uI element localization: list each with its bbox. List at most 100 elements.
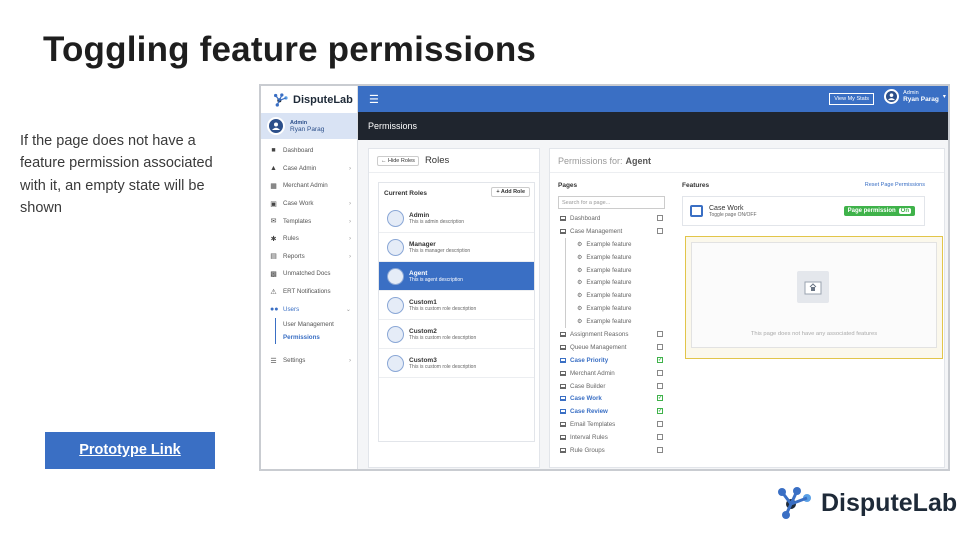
page-feature-item[interactable]: ⚙ Example feature <box>565 302 665 316</box>
prototype-link-button[interactable]: Prototype Link <box>45 432 215 469</box>
page-item[interactable]: Case Management <box>558 225 665 238</box>
page-feature-item[interactable]: ⚙ Example feature <box>565 315 665 329</box>
sidebar-item-merchant-admin[interactable]: ▦ Merchant Admin <box>261 177 357 195</box>
page-item[interactable]: Case Builder <box>558 380 665 393</box>
page-feature-item[interactable]: ⚙ Example feature <box>565 237 665 251</box>
page-item[interactable]: Queue Management <box>558 341 665 354</box>
page-checkbox[interactable] <box>657 369 663 376</box>
chevron-right-icon: › <box>348 357 351 365</box>
reports-icon: ▤ <box>270 253 277 261</box>
role-item-agent[interactable]: Agent This is agent description <box>379 262 534 291</box>
page-checkbox[interactable] <box>657 447 663 454</box>
current-roles-label: Current Roles <box>384 190 427 197</box>
sidebar-item-dashboard[interactable]: ■ Dashboard <box>261 142 357 160</box>
slide-title: Toggling feature permissions <box>43 30 537 69</box>
chevron-right-icon: › <box>348 235 351 243</box>
gear-icon: ⚙ <box>577 293 583 300</box>
sidebar-item-ert-notifications[interactable]: ⚠ ERT Notifications <box>261 283 357 301</box>
empty-state-box: This page does not have any associated f… <box>691 242 937 348</box>
add-role-button[interactable]: + Add Role <box>491 187 530 197</box>
hamburger-menu-icon[interactable]: ☰ <box>369 93 379 106</box>
permissions-role: Agent <box>625 155 652 166</box>
page-checkbox[interactable] <box>657 343 663 350</box>
users-icon: ●● <box>270 305 279 313</box>
chevron-right-icon: › <box>348 164 351 172</box>
page-item[interactable]: Case Work ✓ <box>558 392 665 405</box>
page-checkbox[interactable]: ✓ <box>657 395 663 402</box>
page-title: Permissions <box>358 112 948 140</box>
view-my-stats-button[interactable]: View My Stats <box>829 93 874 105</box>
page-item[interactable]: Dashboard <box>558 212 665 225</box>
features-section: Features Reset Page Permissions Case Work… <box>682 182 925 226</box>
unmatched-docs-icon: ▩ <box>270 270 277 278</box>
monitor-icon <box>560 215 566 221</box>
sidebar-item-users[interactable]: ●● Users ⌄ <box>261 300 357 318</box>
gear-icon: ⚙ <box>577 306 583 313</box>
role-icon <box>387 296 404 314</box>
warning-icon: ⚠ <box>270 288 277 296</box>
sidebar-item-settings[interactable]: ☰ Settings › <box>261 352 357 370</box>
sidebar-subitem-permissions[interactable]: Permissions <box>275 330 357 344</box>
page-search-input[interactable]: Search for a page... <box>558 196 665 209</box>
page-feature-item[interactable]: ⚙ Example feature <box>565 250 665 264</box>
gear-icon: ⚙ <box>577 254 583 261</box>
reset-page-permissions-link[interactable]: Reset Page Permissions <box>865 182 925 188</box>
role-item-custom1[interactable]: Custom1 This is custom role description <box>379 291 534 320</box>
sidebar-item-reports[interactable]: ▤ Reports › <box>261 248 357 266</box>
sidebar-subitem-user-management[interactable]: User Management <box>275 317 357 331</box>
page-checkbox[interactable] <box>657 434 663 441</box>
pages-list: Pages Search for a page... Dashboard Case… <box>558 182 665 469</box>
app-logo[interactable]: DisputeLab <box>261 86 357 113</box>
features-label: Features <box>682 182 710 189</box>
page-item[interactable]: Rule Groups <box>558 444 665 457</box>
page-feature-item[interactable]: ⚙ Example feature <box>565 263 665 277</box>
sidebar-item-templates[interactable]: ✉ Templates › <box>261 212 357 230</box>
roles-panel: ← Hide Roles Roles Current Roles + Add R… <box>368 148 540 468</box>
page-feature-item[interactable]: ⚙ Example feature <box>565 289 665 303</box>
top-user-menu[interactable]: Admin Ryan Parag ▾ <box>884 89 946 104</box>
sidebar-item-case-admin[interactable]: ▲ Case Admin › <box>261 160 357 178</box>
page-item[interactable]: Merchant Admin <box>558 367 665 380</box>
monitor-icon <box>560 435 566 441</box>
page-checkbox[interactable] <box>657 331 663 338</box>
role-icon <box>387 267 404 285</box>
role-item-manager[interactable]: Manager This is manager description <box>379 233 534 262</box>
monitor-icon <box>560 344 566 350</box>
page-checkbox[interactable] <box>657 227 663 234</box>
page-feature-item[interactable]: ⚙ Example feature <box>565 276 665 290</box>
page-item[interactable]: Interval Rules <box>558 431 665 444</box>
sidebar-item-unmatched-docs[interactable]: ▩ Unmatched Docs <box>261 265 357 283</box>
page-item[interactable]: Case Review ✓ <box>558 405 665 418</box>
app-screenshot: DisputeLab Admin Ryan Parag ■ Dashboard ▲ C… <box>259 84 950 471</box>
page-item[interactable]: Email Templates <box>558 418 665 431</box>
sidebar-nav: ■ Dashboard ▲ Case Admin › ▦ Merchant Admin … <box>261 139 357 370</box>
page-item[interactable]: Assignment Reasons <box>558 328 665 341</box>
page-checkbox[interactable] <box>657 382 663 389</box>
top-bar: ☰ View My Stats Admin Ryan Parag ▾ <box>358 86 948 112</box>
avatar <box>267 117 285 135</box>
gear-icon: ⚙ <box>577 241 583 248</box>
sidebar-item-rules[interactable]: ✱ Rules › <box>261 230 357 248</box>
merchant-admin-icon: ▦ <box>270 182 277 190</box>
case-work-icon: ▣ <box>270 200 277 208</box>
hide-roles-button[interactable]: ← Hide Roles <box>377 155 419 166</box>
page-checkbox[interactable]: ✓ <box>657 356 663 363</box>
feature-card: Case Work Toggle page ON/OFF Page permiss… <box>682 196 925 226</box>
monitor-icon <box>560 370 566 376</box>
page-checkbox[interactable]: ✓ <box>657 408 663 415</box>
page-checkbox[interactable] <box>657 215 663 221</box>
monitor-icon <box>560 396 566 402</box>
sidebar: DisputeLab Admin Ryan Parag ■ Dashboard ▲ C… <box>261 86 358 469</box>
page-item[interactable]: Case Priority ✓ <box>558 354 665 367</box>
sidebar-item-case-work[interactable]: ▣ Case Work › <box>261 195 357 213</box>
role-item-custom2[interactable]: Custom2 This is custom role description <box>379 320 534 349</box>
settings-icon: ☰ <box>270 357 277 365</box>
page-checkbox[interactable] <box>657 421 663 428</box>
sidebar-user[interactable]: Admin Ryan Parag <box>261 113 357 139</box>
monitor-icon <box>690 205 703 217</box>
page-permission-toggle[interactable]: Page permission On <box>843 206 915 216</box>
chevron-down-icon: ⌄ <box>345 305 351 313</box>
slide: Toggling feature permissions If the page… <box>0 0 960 540</box>
role-item-custom3[interactable]: Custom3 This is custom role description <box>379 349 534 378</box>
role-item-admin[interactable]: Admin This is admin description <box>379 204 534 233</box>
